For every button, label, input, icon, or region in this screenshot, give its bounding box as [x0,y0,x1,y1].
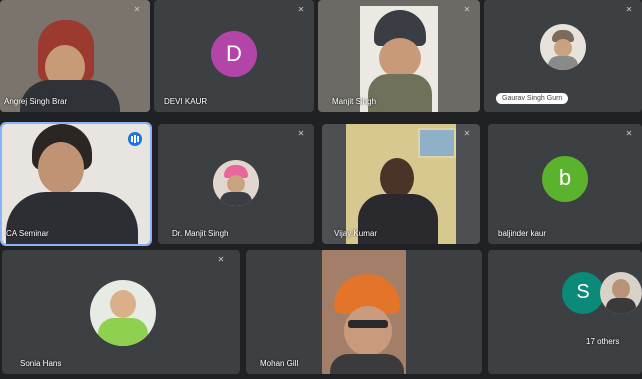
participant-name: Sonia Hans [20,359,62,368]
participant-tile-ca-seminar[interactable]: CA Seminar [0,122,152,246]
mic-off-icon: ✕ [625,5,633,14]
mic-off-icon: ✕ [297,5,305,14]
participant-tile-manjit[interactable]: ✕ Manjit Singh [318,0,480,112]
mic-off-icon: ✕ [297,129,305,138]
mic-off-icon: ✕ [133,5,141,14]
participant-body [330,354,404,374]
participant-name: Manjit Singh [332,97,377,106]
avatar [90,280,156,346]
avatar-body [548,56,578,70]
participant-name: Dr. Manjit Singh [172,229,229,238]
participant-name: DEVI KAUR [164,97,208,106]
avatar [540,24,586,70]
mic-off-icon: ✕ [463,5,471,14]
participant-face [344,306,392,356]
participant-tile-devi[interactable]: D ✕ DEVI KAUR [154,0,314,112]
avatar-body [98,318,148,346]
mic-off-icon: ✕ [625,129,633,138]
avatar [213,160,259,206]
others-avatar-s: S [562,272,604,314]
participant-body [20,80,120,112]
avatar-face [110,290,136,318]
mic-off-icon: ✕ [463,129,471,138]
others-tile[interactable]: S 17 others [488,250,642,374]
presenter-pill: Gaurav Singh Gurn [496,93,569,104]
participant-tile-gaurav[interactable]: ✕ Gaurav Singh Gurn [484,0,642,112]
others-count: 17 others [586,337,620,346]
avatar-face [227,175,245,193]
participant-face [38,142,84,194]
participant-name: baljinder kaur [498,229,547,238]
avatar: b [542,156,588,202]
avatar-body [220,192,252,206]
avatar: D [211,31,257,77]
mic-off-icon: ✕ [217,255,225,264]
participant-tile-angrej[interactable]: ✕ Angrej Singh Brar [0,0,150,112]
participant-face [380,158,414,198]
speaking-indicator-icon [128,132,142,146]
participant-tile-mohan[interactable]: Mohan Gill [246,250,482,374]
avatar-face [612,279,630,299]
participant-tile-sonia[interactable]: ✕ Sonia Hans [2,250,240,374]
participant-tile-dr-manjit[interactable]: ✕ Dr. Manjit Singh [158,124,314,244]
participant-tile-baljinder[interactable]: b ✕ baljinder kaur [488,124,642,244]
participant-name: Angrej Singh Brar [4,97,68,106]
participant-tile-vijay[interactable]: ✕ Vijay Kumar [322,124,480,244]
participant-face [379,38,421,78]
avatar-face [554,39,572,57]
wall-frame [418,128,456,158]
avatar-body [606,298,636,314]
others-avatar-photo [600,272,642,314]
participant-name: Vijay Kumar [334,229,377,238]
participant-glasses [348,320,388,328]
participant-name: Mohan Gill [260,359,299,368]
participant-body [368,74,432,112]
meeting-grid: ✕ Angrej Singh Brar D ✕ DEVI KAUR ✕ Manj… [0,0,642,379]
participant-name: CA Seminar [6,229,49,238]
